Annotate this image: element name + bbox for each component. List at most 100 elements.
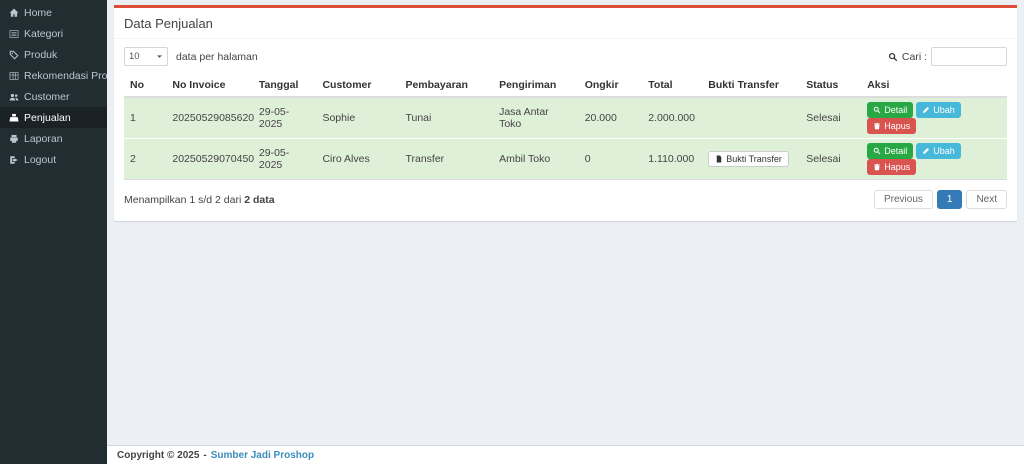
cell-status: Selesai: [800, 97, 861, 139]
column-header-aksi[interactable]: Aksi: [861, 74, 1007, 97]
column-header-status[interactable]: Status: [800, 74, 861, 97]
sign-out-icon: [8, 155, 19, 165]
cash-register-icon: [8, 113, 19, 123]
trash-icon: [873, 122, 881, 130]
sidebar-item-logout[interactable]: Logout: [0, 149, 107, 170]
column-header-no-invoice[interactable]: No Invoice: [166, 74, 253, 97]
cell-aksi: Detail Ubah Hapus: [861, 139, 1007, 180]
cell-tanggal: 29-05-2025: [253, 139, 317, 180]
copyright-separator: -: [203, 450, 206, 461]
cell-status: Selesai: [800, 139, 861, 180]
sidebar-item-penjualan[interactable]: Penjualan: [0, 107, 107, 128]
per-page-value: 10: [129, 51, 140, 62]
ubah-button[interactable]: Ubah: [916, 143, 961, 159]
cell-ongkir: 0: [579, 139, 643, 180]
column-header-no[interactable]: No: [124, 74, 166, 97]
pagination-previous-button[interactable]: Previous: [874, 190, 933, 209]
cell-total: 1.110.000: [642, 139, 702, 180]
table-footer: Menampilkan 1 s/d 2 dari 2 data Previous…: [124, 190, 1007, 209]
chevron-down-icon: [156, 53, 163, 60]
cell-invoice: 20250529085620: [166, 97, 253, 139]
brand-link[interactable]: Sumber Jadi Proshop: [211, 450, 314, 461]
results-summary: Menampilkan 1 s/d 2 dari 2 data: [124, 194, 275, 206]
sidebar-item-kategori[interactable]: Kategori: [0, 23, 107, 44]
detail-button-label: Detail: [884, 146, 907, 156]
sidebar-item-label: Kategori: [24, 28, 63, 40]
search-label: Cari :: [902, 51, 927, 63]
search-controls: Cari :: [888, 47, 1007, 66]
footer: Copyright © 2025 - Sumber Jadi Proshop: [107, 445, 1024, 464]
pagination-next-button[interactable]: Next: [966, 190, 1007, 209]
sidebar-item-label: Customer: [24, 91, 70, 103]
hapus-button[interactable]: Hapus: [867, 118, 916, 134]
users-icon: [8, 92, 19, 102]
search-icon: [888, 52, 898, 62]
sidebar-item-label: Laporan: [24, 133, 63, 145]
column-header-pengiriman[interactable]: Pengiriman: [493, 74, 579, 97]
table-controls: 10 data per halaman Cari :: [124, 47, 1007, 66]
bukti-transfer-label: Bukti Transfer: [726, 154, 782, 164]
cell-invoice: 20250529070450: [166, 139, 253, 180]
cell-customer: Sophie: [316, 97, 399, 139]
column-header-customer[interactable]: Customer: [316, 74, 399, 97]
column-header-pembayaran[interactable]: Pembayaran: [399, 74, 493, 97]
pagination-page-1-button[interactable]: 1: [937, 190, 963, 209]
hapus-button-label: Hapus: [884, 121, 910, 131]
card-body: 10 data per halaman Cari :: [114, 39, 1017, 221]
ubah-button[interactable]: Ubah: [916, 102, 961, 118]
sidebar-item-laporan[interactable]: Laporan: [0, 128, 107, 149]
column-header-ongkir[interactable]: Ongkir: [579, 74, 643, 97]
detail-button-label: Detail: [884, 105, 907, 115]
sidebar-item-label: Penjualan: [24, 112, 71, 124]
cell-pembayaran: Transfer: [399, 139, 493, 180]
home-icon: [8, 8, 19, 18]
cell-pembayaran: Tunai: [399, 97, 493, 139]
detail-button[interactable]: Detail: [867, 143, 913, 159]
table-row: 12025052908562029-05-2025SophieTunaiJasa…: [124, 97, 1007, 139]
card-header: Data Penjualan: [114, 8, 1017, 39]
sidebar: Home Kategori Produk Rekomendasi Produk Cust…: [0, 0, 107, 464]
cell-aksi: Detail Ubah Hapus: [861, 97, 1007, 139]
per-page-select[interactable]: 10: [124, 47, 168, 66]
cell-customer: Ciro Alves: [316, 139, 399, 180]
pencil-icon: [922, 106, 930, 114]
tags-icon: [8, 50, 19, 60]
hapus-button[interactable]: Hapus: [867, 159, 916, 175]
cell-no: 2: [124, 139, 166, 180]
page-title: Data Penjualan: [124, 16, 1007, 31]
sidebar-menu: Home Kategori Produk Rekomendasi Produk Cust…: [0, 2, 107, 170]
sidebar-item-customer[interactable]: Customer: [0, 86, 107, 107]
cell-total: 2.000.000: [642, 97, 702, 139]
hapus-button-label: Hapus: [884, 162, 910, 172]
sidebar-item-produk[interactable]: Produk: [0, 44, 107, 65]
sidebar-item-rekomendasi-produk[interactable]: Rekomendasi Produk: [0, 65, 107, 86]
search-input[interactable]: [931, 47, 1007, 66]
trash-icon: [873, 163, 881, 171]
column-header-tanggal[interactable]: Tanggal: [253, 74, 317, 97]
pagination: Previous 1 Next: [870, 190, 1007, 209]
file-icon: [715, 155, 723, 163]
per-page-controls: 10 data per halaman: [124, 47, 258, 66]
bukti-transfer-button[interactable]: Bukti Transfer: [708, 151, 789, 167]
main-area: Data Penjualan 10 data per halaman: [107, 0, 1024, 464]
summary-text: Menampilkan 1 s/d 2 dari: [124, 194, 241, 206]
sidebar-item-label: Produk: [24, 49, 57, 61]
app-window: Home Kategori Produk Rekomendasi Produk Cust…: [0, 0, 1024, 464]
copyright-text: Copyright © 2025: [117, 450, 199, 461]
cell-no: 1: [124, 97, 166, 139]
search-icon: [873, 147, 881, 155]
cell-bukti-transfer: Bukti Transfer: [702, 139, 800, 180]
detail-button[interactable]: Detail: [867, 102, 913, 118]
column-header-total[interactable]: Total: [642, 74, 702, 97]
cell-bukti-transfer: [702, 97, 800, 139]
sidebar-item-home[interactable]: Home: [0, 2, 107, 23]
list-icon: [8, 29, 19, 39]
content-wrapper: Data Penjualan 10 data per halaman: [107, 0, 1024, 445]
table-row: 22025052907045029-05-2025Ciro AlvesTrans…: [124, 139, 1007, 180]
cell-pengiriman: Jasa Antar Toko: [493, 97, 579, 139]
search-icon: [873, 106, 881, 114]
print-icon: [8, 134, 19, 144]
column-header-bukti-transfer[interactable]: Bukti Transfer: [702, 74, 800, 97]
table-header-row: NoNo InvoiceTanggalCustomerPembayaranPen…: [124, 74, 1007, 97]
per-page-label: data per halaman: [176, 51, 258, 63]
